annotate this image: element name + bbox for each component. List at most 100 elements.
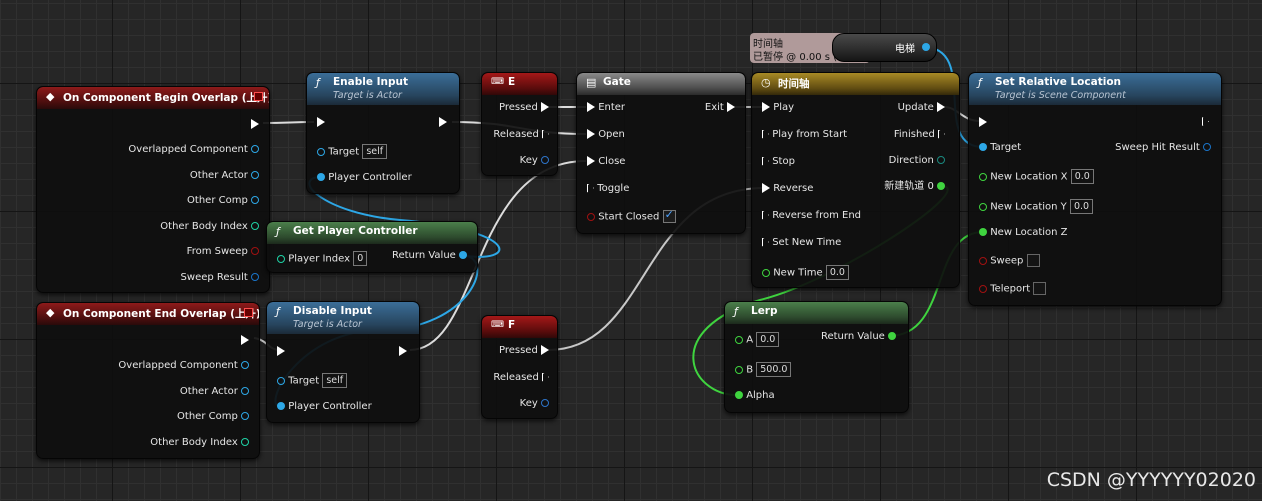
- pin-key[interactable]: Key: [520, 155, 549, 167]
- pin-set-new-time[interactable]: Set New Time: [762, 237, 841, 249]
- pin-player-controller[interactable]: Player Controller: [317, 172, 412, 184]
- key-f-header[interactable]: ⌨ F: [482, 316, 557, 338]
- b-value-field[interactable]: 500.0: [756, 362, 792, 377]
- key-e-node[interactable]: ⌨ E Pressed Released Key: [481, 72, 558, 176]
- pin-target[interactable]: Target: [979, 142, 1021, 154]
- disable-input-header[interactable]: ƒ Disable Input Target is Actor: [267, 302, 419, 334]
- exec-out-pin[interactable]: [241, 335, 249, 345]
- location-y-field[interactable]: 0.0: [1069, 199, 1094, 214]
- pin-teleport[interactable]: Teleport: [979, 282, 1047, 296]
- pin-label: Close: [598, 156, 626, 167]
- pin-label: A: [746, 334, 754, 346]
- get-player-controller-node[interactable]: ƒ Get Player Controller Player Index 0 R…: [266, 221, 478, 273]
- pin-direction[interactable]: Direction: [889, 155, 945, 167]
- pin-pressed[interactable]: Pressed: [499, 102, 549, 114]
- pin-stop[interactable]: Stop: [762, 156, 795, 168]
- set-relative-location-node[interactable]: ƒ Set Relative Location Target is Scene …: [968, 72, 1222, 306]
- pin-start-closed[interactable]: Start Closed ✓: [587, 209, 676, 224]
- pin-update[interactable]: Update: [898, 102, 945, 114]
- pin-target[interactable]: Target self: [317, 144, 388, 159]
- pin-enter[interactable]: Enter: [587, 102, 625, 114]
- key-f-node[interactable]: ⌨ F Pressed Released Key: [481, 315, 558, 419]
- teleport-checkbox[interactable]: [1033, 282, 1047, 295]
- pin-player-controller[interactable]: Player Controller: [277, 401, 372, 413]
- get-player-controller-header[interactable]: ƒ Get Player Controller: [267, 222, 477, 244]
- target-value-field[interactable]: self: [362, 144, 388, 159]
- pin-return-value[interactable]: Return Value: [392, 250, 467, 262]
- pin-other-comp[interactable]: Other Comp: [177, 411, 249, 423]
- pin-reverse[interactable]: Reverse: [762, 183, 813, 195]
- pin-exit[interactable]: Exit: [705, 102, 735, 114]
- exec-out-pin[interactable]: [399, 346, 407, 356]
- pin-play-from-start[interactable]: Play from Start: [762, 129, 847, 141]
- pin-sweep-result[interactable]: Sweep Result: [181, 272, 259, 284]
- pin-other-body-index[interactable]: Other Body Index: [160, 221, 259, 233]
- pin-new-time[interactable]: New Time 0.0: [762, 265, 849, 280]
- location-x-field[interactable]: 0.0: [1070, 169, 1094, 184]
- exec-in-pin[interactable]: [277, 346, 285, 356]
- pin-reverse-from-end[interactable]: Reverse from End: [762, 210, 861, 222]
- gate-node[interactable]: ▤ Gate Enter Open Close Toggle Start Clo…: [576, 72, 746, 234]
- disable-input-node[interactable]: ƒ Disable Input Target is Actor Target s…: [266, 301, 420, 423]
- pin-open[interactable]: Open: [587, 129, 625, 141]
- sweep-checkbox[interactable]: [1026, 254, 1040, 267]
- exec-out-pin: [541, 345, 549, 355]
- enable-input-node[interactable]: ƒ Enable Input Target is Actor Target se…: [306, 72, 460, 194]
- pin-new-track-0[interactable]: 新建轨道 0: [884, 181, 945, 193]
- a-value-field[interactable]: 0.0: [756, 332, 780, 347]
- pin-close[interactable]: Close: [587, 156, 625, 168]
- pin-play[interactable]: Play: [762, 102, 794, 114]
- exec-out-pin[interactable]: [439, 117, 447, 127]
- pin-overlapped-component[interactable]: Overlapped Component: [118, 360, 249, 372]
- exec-out-pin[interactable]: [1202, 117, 1209, 126]
- pin-sweep-hit-result[interactable]: Sweep Hit Result: [1115, 142, 1211, 154]
- pin-return-value[interactable]: Return Value: [821, 331, 896, 343]
- pin-label: Key: [519, 398, 538, 409]
- enable-input-header[interactable]: ƒ Enable Input Target is Actor: [307, 73, 459, 105]
- end-overlap-node[interactable]: ◆ On Component End Overlap (上升) Overlapp…: [36, 302, 260, 459]
- pin-player-index[interactable]: Player Index 0: [277, 251, 368, 266]
- timeline-header[interactable]: ◷ 时间轴: [752, 73, 959, 95]
- pin-b[interactable]: B 500.0: [735, 362, 792, 377]
- pin-released[interactable]: Released: [493, 372, 549, 384]
- set-relative-location-header[interactable]: ƒ Set Relative Location Target is Scene …: [969, 73, 1221, 105]
- pin-toggle[interactable]: Toggle: [587, 183, 629, 195]
- pin-new-location-z[interactable]: New Location Z: [979, 227, 1068, 239]
- pin-released[interactable]: Released: [493, 129, 549, 141]
- timeline-node[interactable]: ◷ 时间轴 Play Play from Start Stop Reverse …: [751, 72, 960, 288]
- end-overlap-header[interactable]: ◆ On Component End Overlap (上升): [37, 303, 259, 325]
- pin-other-body-index[interactable]: Other Body Index: [150, 437, 249, 449]
- pin-from-sweep[interactable]: From Sweep: [187, 246, 259, 258]
- pin-alpha[interactable]: Alpha: [735, 390, 775, 402]
- pin-sweep[interactable]: Sweep: [979, 254, 1040, 268]
- pin-other-actor[interactable]: Other Actor: [180, 386, 249, 398]
- key-e-header[interactable]: ⌨ E: [482, 73, 557, 95]
- pin-finished[interactable]: Finished: [894, 129, 945, 141]
- target-value-field[interactable]: self: [322, 373, 348, 388]
- begin-overlap-node[interactable]: ◆ On Component Begin Overlap (上升) Overla…: [36, 86, 270, 293]
- pin-label: Released: [493, 129, 539, 140]
- pin-pressed[interactable]: Pressed: [499, 345, 549, 357]
- lerp-header[interactable]: ƒ Lerp: [725, 302, 908, 324]
- pin-new-location-x[interactable]: New Location X 0.0: [979, 169, 1094, 184]
- lerp-node[interactable]: ƒ Lerp A 0.0 B 500.0 Alpha Return Value: [724, 301, 909, 413]
- exec-out-pin[interactable]: [251, 119, 259, 129]
- new-time-field[interactable]: 0.0: [825, 265, 849, 280]
- object-pin-icon: [317, 173, 325, 181]
- gate-header[interactable]: ▤ Gate: [577, 73, 745, 95]
- begin-overlap-header[interactable]: ◆ On Component Begin Overlap (上升): [37, 87, 269, 109]
- object-pin-icon[interactable]: [922, 43, 930, 51]
- pin-new-location-y[interactable]: New Location Y 0.0: [979, 199, 1094, 214]
- elevator-variable-node[interactable]: 电梯: [832, 33, 937, 62]
- exec-in-pin[interactable]: [317, 117, 325, 127]
- pin-other-comp[interactable]: Other Comp: [187, 195, 259, 207]
- pin-overlapped-component[interactable]: Overlapped Component: [128, 144, 259, 156]
- exec-in-pin[interactable]: [979, 117, 987, 127]
- float-pin-icon: [762, 268, 770, 277]
- start-closed-checkbox[interactable]: ✓: [662, 209, 676, 223]
- pin-target[interactable]: Target self: [277, 373, 348, 388]
- pin-other-actor[interactable]: Other Actor: [190, 170, 259, 182]
- pin-a[interactable]: A 0.0: [735, 332, 780, 347]
- pin-key[interactable]: Key: [520, 398, 549, 410]
- player-index-field[interactable]: 0: [353, 251, 368, 266]
